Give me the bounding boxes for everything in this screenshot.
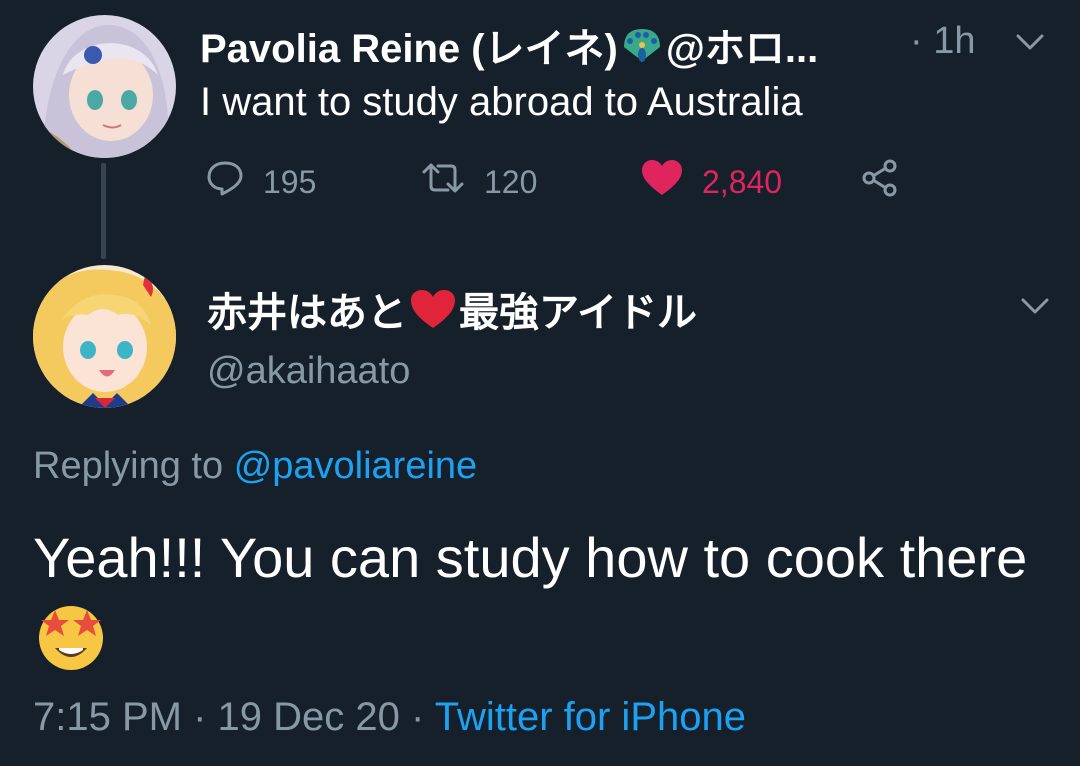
- reply-tweet-text: Yeah!!! You can study how to cook there: [33, 518, 1063, 685]
- chevron-down-icon[interactable]: [1012, 24, 1048, 60]
- share-icon: [860, 158, 900, 206]
- top-handle: @ホロ...: [665, 27, 819, 71]
- reply-icon: [205, 158, 245, 206]
- like-count: 2,840: [702, 163, 783, 200]
- heart-icon: [640, 158, 684, 206]
- tweet-date: 19 Dec 20: [217, 695, 400, 739]
- retweet-action[interactable]: 120: [420, 160, 537, 204]
- retweet-icon: [420, 158, 466, 206]
- mention-link[interactable]: @pavoliareine: [234, 445, 478, 487]
- top-tweet-time: · 1h: [910, 20, 976, 62]
- star-struck-emoji-icon: [33, 598, 109, 674]
- meta-separator: ·: [411, 695, 425, 739]
- tweet-meta-footer: 7:15 PM · 19 Dec 20 · Twitter for iPhone: [33, 695, 746, 740]
- like-action[interactable]: 2,840: [640, 160, 782, 204]
- tweet-time: 7:15 PM: [33, 695, 182, 739]
- top-tweet-text: I want to study abroad to Australia: [200, 80, 803, 124]
- haato-avatar[interactable]: [33, 265, 176, 408]
- reply-text: Yeah!!! You can study how to cook there: [33, 526, 1028, 589]
- tweet-source-link[interactable]: Twitter for iPhone: [435, 695, 746, 739]
- replying-to-line: Replying to @pavoliareine: [33, 445, 477, 488]
- replying-prefix: Replying to: [33, 445, 224, 487]
- meta-separator: ·: [193, 695, 207, 739]
- peacock-emoji-icon: [620, 25, 664, 65]
- top-display-name: Pavolia Reine (レイネ): [200, 27, 618, 71]
- reply-handle[interactable]: @akaihaato: [207, 350, 410, 393]
- reply-author-name[interactable]: 赤井はあと 最強アイドル: [207, 280, 697, 338]
- chevron-down-icon[interactable]: [1017, 288, 1053, 324]
- reply-action[interactable]: 195: [205, 160, 316, 204]
- reine-avatar[interactable]: [33, 15, 176, 158]
- retweet-count: 120: [484, 163, 538, 200]
- thread-connector-line: [101, 163, 106, 259]
- red-heart-emoji-icon: [409, 288, 457, 330]
- share-action[interactable]: [860, 158, 900, 206]
- top-tweet-author-name[interactable]: Pavolia Reine (レイネ) @ホロ...: [200, 16, 818, 74]
- reply-display-name-part2: 最強アイドル: [459, 291, 697, 335]
- reply-count: 195: [263, 163, 317, 200]
- tweet-actions-bar: 195 120 2,840: [205, 158, 905, 206]
- reply-display-name-part1: 赤井はあと: [207, 291, 407, 335]
